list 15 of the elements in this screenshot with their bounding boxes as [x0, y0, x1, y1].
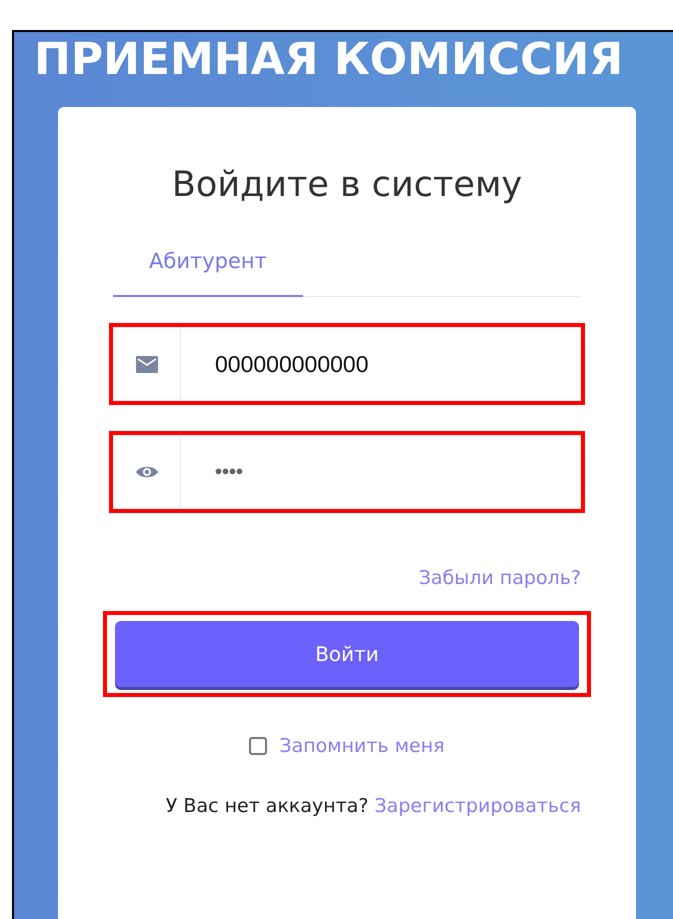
page-title: ПРИЕМНАЯ КОМИССИЯ — [34, 34, 624, 85]
eye-icon — [135, 464, 159, 480]
envelope-icon — [136, 356, 158, 372]
forgot-password-link[interactable]: Забыли пароль? — [418, 567, 581, 589]
register-prompt: У Вас нет аккаунта? — [166, 795, 368, 817]
login-field[interactable]: 000000000000 — [113, 327, 581, 401]
remember-label[interactable]: Запомнить меня — [279, 735, 445, 757]
login-button[interactable]: Войти — [115, 621, 579, 687]
password-input[interactable]: •••• — [215, 460, 580, 484]
register-link[interactable]: Зарегистрироваться — [374, 795, 581, 817]
login-heading: Войдите в систему — [170, 165, 524, 205]
login-input[interactable]: 000000000000 — [215, 350, 580, 378]
tab[interactable]: Абитурент — [113, 249, 303, 297]
remember-checkbox[interactable] — [249, 737, 268, 755]
password-field[interactable]: •••• — [113, 435, 581, 509]
